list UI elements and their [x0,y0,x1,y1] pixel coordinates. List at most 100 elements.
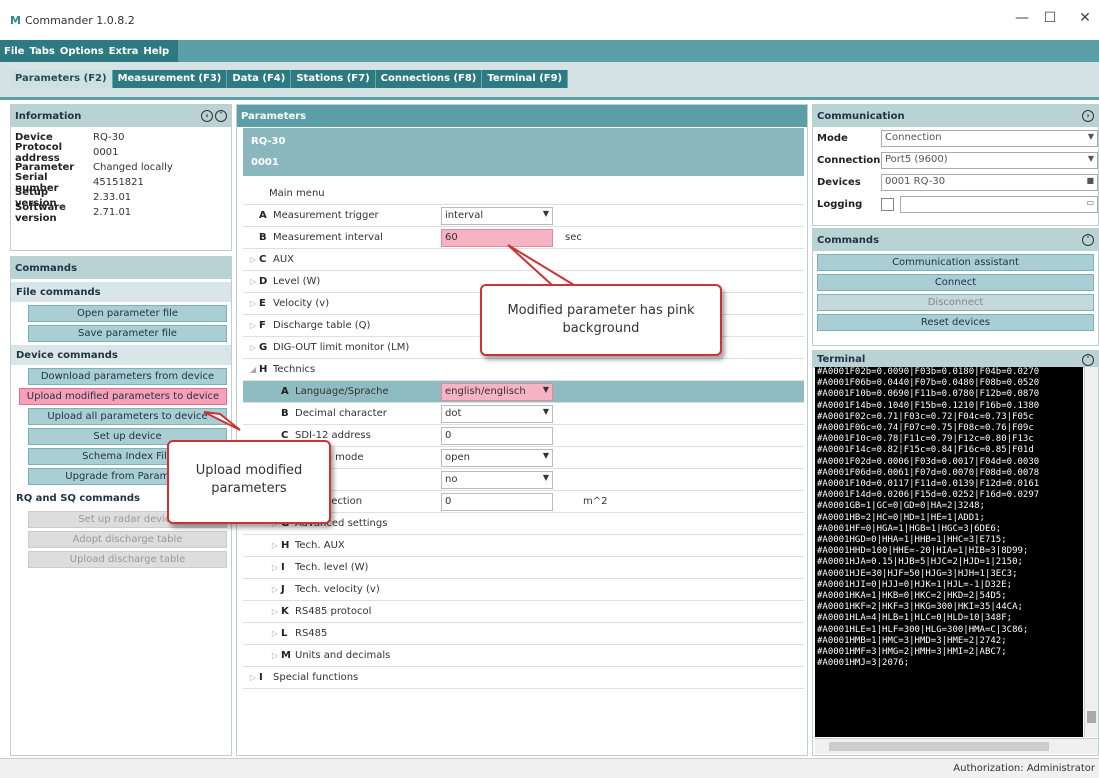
expand-arrow-icon[interactable]: ▷ [247,255,259,264]
parameters-title: Parameters [241,110,307,122]
status-bar: Authorization: Administrator [0,758,1099,778]
expand-arrow-icon[interactable]: ▷ [247,343,259,352]
connection-select[interactable]: Port5 (9600) ▼ [881,151,1098,169]
parameter-letter: L [281,628,288,639]
tab-connections[interactable]: Connections (F8) [376,70,483,88]
mode-label: Mode [817,132,848,144]
field-value: interval [445,210,484,221]
download-parameters-button[interactable]: Download parameters from device [28,368,227,385]
logging-checkbox[interactable] [881,197,894,211]
parameter-letter: D [259,276,268,287]
device-list-icon[interactable]: ■ [1086,176,1094,185]
parameter-letter: B [259,232,267,243]
chevron-up-icon[interactable]: ˄ [1082,234,1094,246]
communication-assistant-button[interactable]: Communication assistant [817,254,1094,271]
terminal-vscrollbar[interactable] [1084,367,1098,737]
tab-measurement[interactable]: Measurement (F3) [113,70,228,88]
parameter-label: Velocity (v) [273,298,330,309]
expand-arrow-icon[interactable]: ▷ [247,321,259,330]
logging-path-field[interactable]: ▭ [900,195,1098,213]
minimize-button[interactable]: — [1012,10,1032,26]
reset-devices-button[interactable]: Reset devices [817,314,1094,331]
language-select[interactable]: english/englisch ▼ [441,383,553,401]
terminal-line: #A0001HHD=100|HHE=-20|HIA=1|HIB=3|8D99; [817,546,1029,557]
menu-bar: File Tabs Options Extra Help [0,40,1099,62]
close-button[interactable]: ✕ [1075,10,1095,26]
parameter-row[interactable]: B Decimal character dot ▼ [243,403,804,425]
connect-button[interactable]: Connect [817,274,1094,291]
parameter-row[interactable]: ▷ H Tech. AUX [243,535,804,557]
upload-all-parameters-button[interactable]: Upload all parameters to device [28,408,227,425]
devices-field[interactable]: 0001 RQ-30 ■ [881,173,1098,191]
parameter-row[interactable]: ▷ J Tech. velocity (v) [243,579,804,601]
parameter-label: Special functions [273,672,359,683]
folder-icon[interactable]: ▭ [1086,198,1094,207]
tab-data[interactable]: Data (F4) [227,70,292,88]
tab-parameters[interactable]: Parameters (F2) [10,70,113,88]
chevron-right-icon[interactable]: › [1082,110,1094,122]
disconnect-button[interactable]: Disconnect [817,294,1094,311]
expand-arrow-icon[interactable]: ▷ [269,541,281,550]
parameter-row[interactable]: ▷ M Units and decimals [243,645,804,667]
parameter-select[interactable]: no ▼ [441,471,553,489]
terminal-line: #A0001F02b=0.0090|F03b=0.0180|F04b=0.027… [817,367,1040,377]
tab-stations[interactable]: Stations (F7) [291,70,376,88]
terminal-hscroll-thumb[interactable] [829,742,1049,751]
parameter-letter: C [259,254,267,265]
tab-terminal[interactable]: Terminal (F9) [482,70,569,88]
terminal-scroll-thumb[interactable] [1087,711,1096,723]
expand-open-icon[interactable]: ◢ [247,365,259,374]
expand-arrow-icon[interactable]: ▷ [247,277,259,286]
parameter-row[interactable]: B Measurement interval 60 sec [243,227,804,249]
parameter-row[interactable]: ▷ I Tech. level (W) [243,557,804,579]
expand-arrow-icon[interactable]: ▷ [269,585,281,594]
field-value: 0 [445,496,452,507]
terminal-line: #A0001HJI=0|HJJ=0|HJK=1|HJL=-1|D32E; [817,579,1013,590]
adopt-discharge-table-button[interactable]: Adopt discharge table [28,531,227,548]
parameter-row[interactable]: Main menu [243,183,804,205]
parameter-row[interactable]: ▷ L RS485 [243,623,804,645]
unit-label: sec [565,232,582,243]
chevron-up-icon[interactable]: ˄ [215,110,227,122]
field-value: open [445,452,470,463]
menu-help[interactable]: Help [143,46,169,57]
parameter-row[interactable]: A Language/Sprache english/englisch ▼ [243,381,804,403]
open-parameter-file-button[interactable]: Open parameter file [28,305,227,322]
expand-arrow-icon[interactable]: ▷ [247,673,259,682]
connection-label: Connection [817,154,881,166]
mode-select[interactable]: Connection ▼ [881,129,1098,147]
commands-header: Commands [11,257,231,279]
expand-arrow-icon[interactable]: ▷ [269,563,281,572]
expand-arrow-icon[interactable]: ▷ [269,629,281,638]
information-header: Information ‹ ˄ [11,105,231,127]
menu-tabs[interactable]: Tabs [29,46,54,57]
save-parameter-file-button[interactable]: Save parameter file [28,325,227,342]
measurement-interval-input[interactable]: 60 [441,229,553,247]
maximize-button[interactable]: ☐ [1040,10,1060,26]
expand-arrow-icon[interactable]: ▷ [247,299,259,308]
terminal-output[interactable]: #A0001F02b=0.0090|F03b=0.0180|F04b=0.027… [815,367,1083,737]
expand-arrow-icon[interactable]: ▷ [269,651,281,660]
chevron-up-icon[interactable]: ˄ [1082,353,1094,366]
terminal-hscrollbar[interactable] [815,738,1098,754]
terminal-line: #A0001HGD=0|HHA=1|HHB=1|HHC=3|E715; [817,535,1007,546]
terminal-line: #A0001HB=2|HC=0|HD=1|HE=1|ADD1; [817,512,985,523]
menu-extra[interactable]: Extra [109,46,139,57]
menu-options[interactable]: Options [60,46,104,57]
parameter-select[interactable]: open ▼ [441,449,553,467]
parameter-row[interactable]: ▷ I Special functions [243,667,804,689]
parameter-input[interactable]: 0 [441,493,553,511]
parameter-select[interactable]: dot ▼ [441,405,553,423]
measurement-trigger-select[interactable]: interval ▼ [441,207,553,225]
field-value: dot [445,408,462,419]
upload-discharge-table-button[interactable]: Upload discharge table [28,551,227,568]
parameter-row[interactable]: A Measurement trigger interval ▼ [243,205,804,227]
upload-modified-parameters-button[interactable]: Upload modified parameters to device [19,388,227,405]
chevron-left-icon[interactable]: ‹ [201,110,213,122]
parameter-row[interactable]: ▷ C AUX [243,249,804,271]
menu-file[interactable]: File [4,46,24,57]
parameter-input[interactable]: 0 [441,427,553,445]
parameter-row[interactable]: ◢ H Technics [243,359,804,381]
parameter-row[interactable]: ▷ K RS485 protocol [243,601,804,623]
expand-arrow-icon[interactable]: ▷ [269,607,281,616]
